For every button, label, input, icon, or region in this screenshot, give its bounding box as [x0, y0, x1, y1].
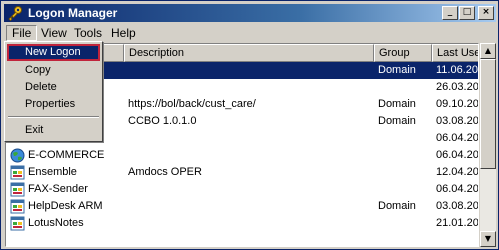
menu-separator: [8, 116, 99, 118]
table-row[interactable]: FAX-Sender 06.04.20: [6, 181, 479, 198]
row-description: [128, 130, 372, 147]
menu-item-copy[interactable]: Copy: [7, 62, 100, 79]
menu-item-exit[interactable]: Exit: [7, 122, 100, 139]
row-name: FAX-Sender: [28, 183, 88, 195]
table-row[interactable]: HelpDesk ARM Domain 03.08.20: [6, 198, 479, 215]
app-window-icon: [10, 165, 25, 180]
row-last-use: 06.04.20: [436, 183, 479, 195]
row-last-use: 21.01.20: [436, 217, 479, 229]
row-group: [378, 147, 430, 164]
file-menu-dropdown: New Logon Copy Delete Properties Exit: [4, 41, 103, 142]
scroll-up-button[interactable]: ▲: [480, 43, 496, 59]
row-group: Domain: [378, 200, 416, 212]
menu-item-new-logon[interactable]: New Logon: [7, 44, 100, 61]
row-last-use: 11.06.20: [436, 64, 479, 76]
menu-bar: File View Tools Help: [4, 23, 496, 42]
row-last-use: 26.03.20: [436, 81, 479, 93]
menu-file[interactable]: File: [6, 25, 38, 41]
app-window-icon: [10, 216, 25, 231]
row-last-use: 03.08.20: [436, 115, 479, 127]
table-row[interactable]: Ensemble Amdocs OPER 12.04.20: [6, 164, 479, 181]
row-description: [128, 215, 372, 232]
app-window-icon: [10, 199, 25, 214]
column-header-description[interactable]: Description: [124, 44, 374, 62]
window-title: Logon Manager: [28, 6, 118, 20]
row-description: [128, 181, 372, 198]
row-last-use: 09.10.20: [436, 98, 479, 110]
key-icon: [8, 6, 22, 21]
row-name: Ensemble: [28, 166, 77, 178]
row-name: LotusNotes: [28, 217, 84, 229]
globe-app-icon: [10, 148, 25, 163]
row-description: CCBO 1.0.1.0: [128, 115, 197, 127]
row-group: [378, 79, 430, 96]
menu-view[interactable]: View: [36, 25, 72, 41]
scroll-thumb[interactable]: [480, 59, 496, 169]
table-row[interactable]: E-COMMERCE 06.04.20: [6, 147, 479, 164]
row-description: https://bol/back/cust_care/: [128, 98, 256, 110]
vertical-scrollbar[interactable]: ▲ ▼: [480, 43, 496, 247]
maximize-button[interactable]: □: [459, 6, 475, 20]
row-last-use: 06.04.20: [436, 132, 479, 144]
close-button[interactable]: ×: [478, 6, 494, 20]
row-last-use: 06.04.20: [436, 149, 479, 161]
row-group: [378, 130, 430, 147]
row-description: [128, 147, 372, 164]
row-group: Domain: [378, 98, 416, 110]
row-name: HelpDesk ARM: [28, 200, 103, 212]
logon-manager-window: Logon Manager _ □ × File View Tools Help…: [0, 0, 499, 250]
column-header-last-use[interactable]: Last Use: [432, 44, 478, 62]
row-group: [378, 164, 430, 181]
row-description: [128, 198, 372, 215]
row-group: Domain: [378, 64, 416, 76]
menu-help[interactable]: Help: [106, 25, 141, 41]
row-name: E-COMMERCE: [28, 149, 105, 161]
title-bar[interactable]: Logon Manager _ □ ×: [4, 4, 496, 22]
scroll-down-button[interactable]: ▼: [480, 231, 496, 247]
column-header-group[interactable]: Group: [374, 44, 432, 62]
row-group: [378, 215, 430, 232]
row-group: [378, 181, 430, 198]
row-description: Amdocs OPER: [128, 166, 202, 178]
row-description: [128, 79, 372, 96]
row-last-use: 12.04.20: [436, 166, 479, 178]
row-description: [128, 62, 372, 79]
menu-item-properties[interactable]: Properties: [7, 96, 100, 113]
app-window-icon: [10, 182, 25, 197]
menu-item-delete[interactable]: Delete: [7, 79, 100, 96]
row-group: Domain: [378, 115, 416, 127]
table-row[interactable]: LotusNotes 21.01.20: [6, 215, 479, 232]
minimize-button[interactable]: _: [442, 6, 458, 20]
menu-tools[interactable]: Tools: [69, 25, 107, 41]
row-last-use: 03.08.20: [436, 200, 479, 212]
